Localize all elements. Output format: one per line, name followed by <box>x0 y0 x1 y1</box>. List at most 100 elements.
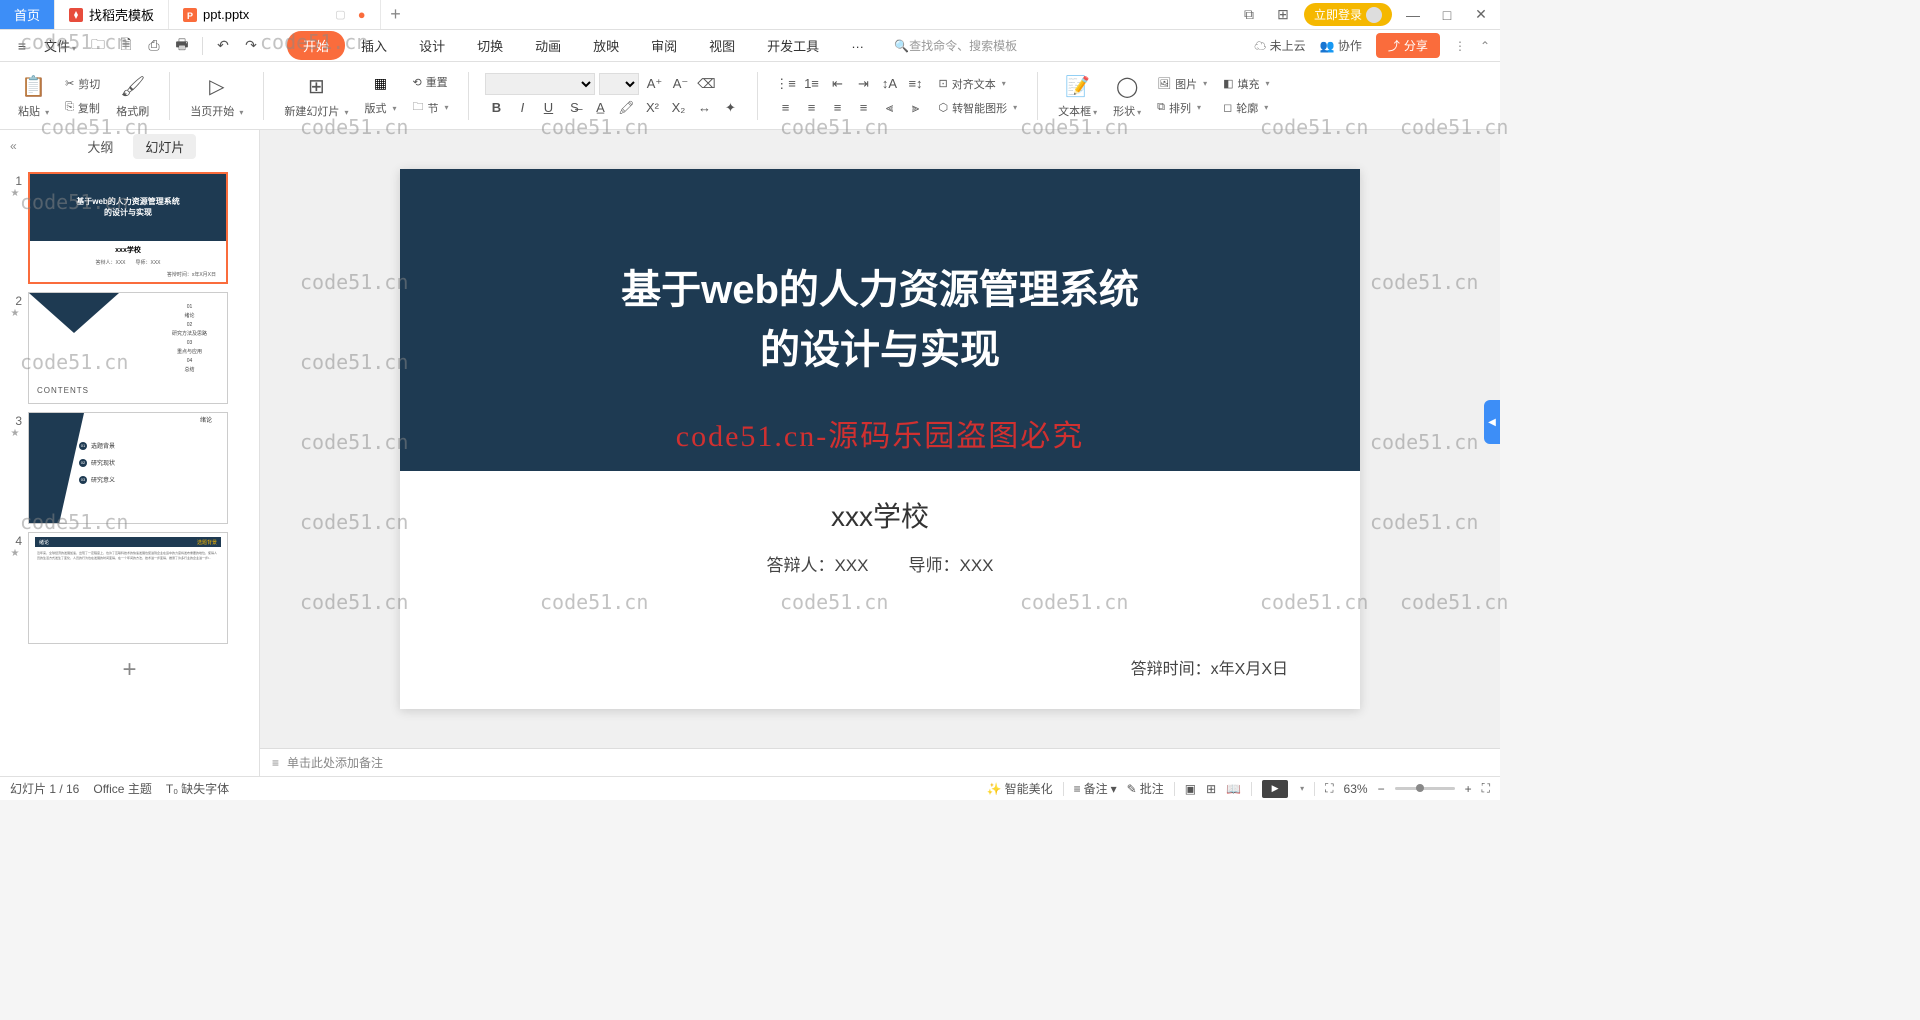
tab-review[interactable]: 审阅 <box>635 31 693 60</box>
tab-animation[interactable]: 动画 <box>519 31 577 60</box>
redo-icon[interactable]: ↷ <box>239 34 263 58</box>
collapse-panel-icon[interactable]: « <box>10 139 17 153</box>
align-center-icon[interactable]: ≡ <box>800 97 822 119</box>
tab-view[interactable]: 视图 <box>693 31 751 60</box>
outline-button[interactable]: ◻ 轮廓▾ <box>1219 98 1273 118</box>
outline-tab[interactable]: 大纲 <box>75 134 125 159</box>
distribute-icon[interactable]: ⫷ <box>878 97 900 119</box>
font-size-select[interactable] <box>599 73 639 95</box>
layout-label[interactable]: 版式▾ <box>360 98 400 118</box>
text-direction-icon[interactable]: ↕A <box>878 73 900 95</box>
superscript-icon[interactable]: X² <box>641 97 663 119</box>
bold-icon[interactable]: B <box>485 97 507 119</box>
effects-icon[interactable]: ✦ <box>719 97 741 119</box>
thumbnail-2[interactable]: 01绪论02研究方法及思路03重点与应用04总结 CONTENTS <box>28 292 228 404</box>
new-slide-button[interactable]: ⊞新建幻灯片 ▾ <box>280 71 352 121</box>
hamburger-icon[interactable]: ≡ <box>10 34 34 58</box>
search-box[interactable]: 🔍 查找命令、搜索模板 <box>894 37 1017 54</box>
indent-right-icon[interactable]: ⇥ <box>852 73 874 95</box>
strikethrough-icon[interactable]: S̶ <box>563 97 585 119</box>
reading-view-icon[interactable]: 📖 <box>1226 782 1241 796</box>
line-spacing-icon[interactable]: ≡↕ <box>904 73 926 95</box>
decrease-font-icon[interactable]: A⁻ <box>669 73 691 95</box>
arrange-button[interactable]: ⧉ 排列▾ <box>1153 98 1211 118</box>
layout-button[interactable]: ▦ <box>360 73 400 94</box>
print-preview-icon[interactable]: 🖶 <box>170 34 194 58</box>
minimize-button[interactable]: — <box>1400 2 1426 28</box>
layout-icon[interactable]: ⧉ <box>1236 2 1262 28</box>
thumbnail-4[interactable]: 绪论选题背景 近年来，全球经济的发展加速，出现了一定程度上，也许了互联科技术的快… <box>28 532 228 644</box>
collab-button[interactable]: 👥 协作 <box>1320 37 1362 54</box>
tab-developer[interactable]: 开发工具 <box>751 31 835 60</box>
comments-toggle[interactable]: ✎ 批注 <box>1127 780 1164 797</box>
from-current-button[interactable]: ▷当页开始 ▾ <box>186 71 247 121</box>
more-icon[interactable]: ⋮ <box>1454 39 1466 53</box>
sorter-view-icon[interactable]: ⊞ <box>1206 782 1216 796</box>
slides-tab[interactable]: 幻灯片 <box>133 134 196 159</box>
tab-insert[interactable]: 插入 <box>345 31 403 60</box>
section-button[interactable]: 🗀 节▾ <box>408 96 452 119</box>
maximize-button[interactable]: □ <box>1434 2 1460 28</box>
side-handle[interactable]: ◀ <box>1484 400 1500 444</box>
zoom-level[interactable]: 63% <box>1344 782 1368 796</box>
font-color-icon[interactable]: A̲ <box>589 97 611 119</box>
italic-icon[interactable]: I <box>511 97 533 119</box>
tab-document[interactable]: P ppt.pptx ▢ ● <box>169 0 381 29</box>
underline-icon[interactable]: U <box>537 97 559 119</box>
fill-button[interactable]: ◧ 填充▾ <box>1219 74 1273 94</box>
zoom-slider[interactable] <box>1395 787 1455 790</box>
shape-button[interactable]: ◯形状▾ <box>1109 71 1145 121</box>
char-spacing-icon[interactable]: ↔ <box>693 97 715 119</box>
smartart-button[interactable]: ⬡ 转智能图形▾ <box>934 98 1021 118</box>
tab-design[interactable]: 设计 <box>403 31 461 60</box>
open-icon[interactable]: 🗀 <box>86 34 110 58</box>
columns-icon[interactable]: ⫸ <box>904 97 926 119</box>
share-button[interactable]: ⤴ 分享 <box>1376 33 1440 58</box>
indent-left-icon[interactable]: ⇤ <box>826 73 848 95</box>
subscript-icon[interactable]: X₂ <box>667 97 689 119</box>
cut-button[interactable]: ✂ 剪切 <box>61 74 104 94</box>
fit-icon[interactable]: ⛶ <box>1325 781 1333 796</box>
undo-icon[interactable]: ↶ <box>211 34 235 58</box>
close-button[interactable]: ✕ <box>1468 2 1494 28</box>
notes-toggle[interactable]: ≡ 备注 ▾ <box>1074 780 1117 797</box>
tab-transition[interactable]: 切换 <box>461 31 519 60</box>
zoom-in-icon[interactable]: + <box>1465 782 1472 796</box>
thumbnail-3[interactable]: 绪论 01选题背景 02研究现状 03研究意义 <box>28 412 228 524</box>
fullscreen-icon[interactable]: ⛶ <box>1482 781 1490 796</box>
justify-icon[interactable]: ≡ <box>852 97 874 119</box>
grid-icon[interactable]: ⊞ <box>1270 2 1296 28</box>
textbox-button[interactable]: 📝文本框▾ <box>1054 71 1101 121</box>
tab-home[interactable]: 首页 <box>0 0 55 29</box>
align-right-icon[interactable]: ≡ <box>826 97 848 119</box>
slide-canvas[interactable]: 基于web的人力资源管理系统 的设计与实现 xxx学校 答辩人：XXX 导师：X… <box>400 169 1360 709</box>
copy-button[interactable]: ⎘ 复制 <box>61 98 104 118</box>
tab-slideshow[interactable]: 放映 <box>577 31 635 60</box>
print-icon[interactable]: ⎙ <box>142 34 166 58</box>
missing-font-button[interactable]: T₀ 缺失字体 <box>166 780 229 797</box>
align-left-icon[interactable]: ≡ <box>774 97 796 119</box>
slideshow-button[interactable]: ▶ <box>1262 780 1288 798</box>
tab-templates[interactable]: 找稻壳模板 <box>55 0 169 29</box>
format-painter-button[interactable]: 🖌格式刷 <box>112 71 153 121</box>
cloud-status[interactable]: ☁ 未上云 <box>1254 37 1305 54</box>
highlight-icon[interactable]: 🖍 <box>615 97 637 119</box>
thumbnail-1[interactable]: 基于web的人力资源管理系统的设计与实现 xxx学校答辩人：XXX 导师：XXX… <box>28 172 228 284</box>
slideshow-caret[interactable]: ▾ <box>1300 784 1304 793</box>
tab-start[interactable]: 开始 <box>287 31 345 60</box>
paste-button[interactable]: 📋粘贴 ▾ <box>14 71 53 121</box>
notes-bar[interactable]: ≡ 单击此处添加备注 <box>260 748 1500 776</box>
clear-format-icon[interactable]: ⌫ <box>695 73 717 95</box>
smart-beautify-button[interactable]: ✨ 智能美化 <box>987 780 1053 797</box>
save-icon[interactable]: 🗎 <box>114 34 138 58</box>
collapse-ribbon-icon[interactable]: ⌃ <box>1480 39 1490 53</box>
font-family-select[interactable] <box>485 73 595 95</box>
align-text-button[interactable]: ⊡ 对齐文本▾ <box>934 74 1021 94</box>
numbering-icon[interactable]: 1≡ <box>800 73 822 95</box>
zoom-out-icon[interactable]: − <box>1378 782 1385 796</box>
file-menu[interactable]: 文件▾ <box>38 36 82 55</box>
add-slide-button[interactable]: + <box>122 656 136 684</box>
increase-font-icon[interactable]: A⁺ <box>643 73 665 95</box>
normal-view-icon[interactable]: ▣ <box>1185 782 1196 796</box>
reset-button[interactable]: ⟲ 重置 <box>408 72 452 92</box>
